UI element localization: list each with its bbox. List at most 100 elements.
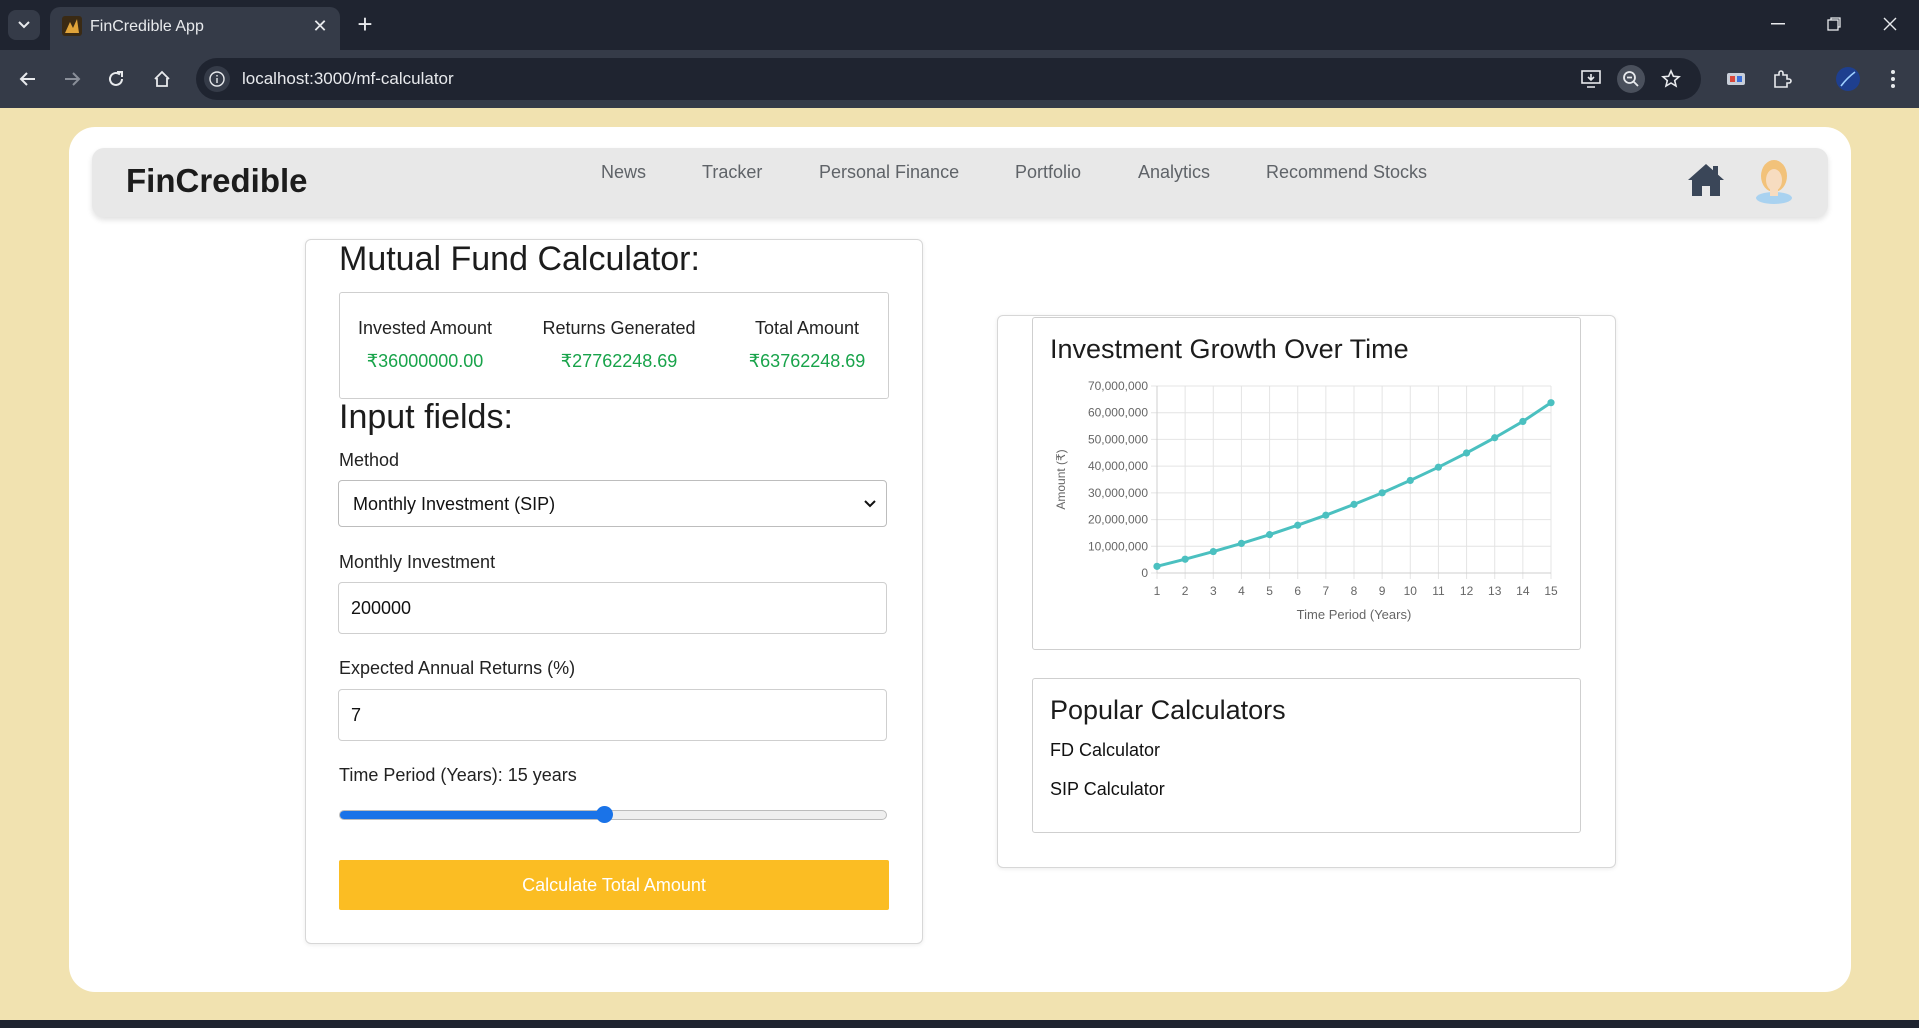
data-point	[1294, 521, 1302, 529]
data-point	[1519, 417, 1527, 426]
data-point	[1181, 555, 1189, 563]
x-axis-title: Time Period (Years)	[1297, 607, 1412, 622]
y-tick-label: 0	[1141, 566, 1148, 580]
time-period-label: Time Period (Years): 15 years	[339, 765, 577, 785]
url-text[interactable]: localhost:3000/mf-calculator	[242, 69, 454, 89]
install-app-icon[interactable]	[1577, 65, 1605, 93]
extensions-puzzle-icon[interactable]	[1766, 63, 1798, 95]
slider-fill	[340, 811, 604, 819]
data-point	[1491, 434, 1499, 442]
y-tick-label: 10,000,000	[1088, 539, 1148, 553]
annual-returns-input[interactable]: 7	[338, 689, 887, 741]
nav-link-news[interactable]: News	[601, 162, 646, 183]
time-period-slider[interactable]	[339, 806, 887, 823]
tab-close-icon[interactable]: ✕	[308, 14, 332, 38]
data-point	[1350, 500, 1358, 508]
nav-link-recommend-stocks[interactable]: Recommend Stocks	[1266, 162, 1427, 183]
popular-calculators-title: Popular Calculators	[1050, 695, 1286, 725]
y-axis-title: Amount (₹)	[1054, 449, 1068, 509]
slider-thumb[interactable]	[595, 806, 613, 823]
brand-logo-text[interactable]: FinCredible	[126, 162, 308, 200]
x-tick-label: 8	[1351, 584, 1358, 598]
minimize-icon[interactable]	[1750, 0, 1806, 48]
data-point	[1209, 547, 1217, 556]
annual-returns-label: Expected Annual Returns (%)	[339, 658, 576, 678]
nav-link-portfolio[interactable]: Portfolio	[1015, 162, 1081, 183]
back-arrow-icon[interactable]	[12, 63, 44, 95]
y-tick-label: 70,000,000	[1088, 379, 1148, 393]
extension-card-icon[interactable]	[1720, 63, 1752, 95]
x-tick-label: 12	[1460, 584, 1474, 598]
y-tick-label: 50,000,000	[1088, 432, 1148, 446]
total-amount-label: Total Amount	[754, 318, 860, 338]
y-tick-label: 20,000,000	[1088, 513, 1148, 527]
x-tick-label: 5	[1266, 584, 1273, 598]
chart-title: Investment Growth Over Time	[1050, 334, 1409, 364]
x-tick-label: 4	[1238, 584, 1245, 598]
summary-invested: Invested Amount ₹36000000.00	[340, 318, 510, 372]
data-point	[1462, 449, 1471, 457]
home-icon[interactable]	[1684, 158, 1728, 202]
total-amount-value: ₹63762248.69	[748, 351, 866, 371]
data-point	[1378, 489, 1386, 497]
x-tick-label: 10	[1404, 584, 1418, 598]
y-tick-label: 60,000,000	[1088, 406, 1148, 420]
home-button-icon[interactable]	[146, 63, 178, 95]
monthly-investment-input[interactable]: 200000	[338, 582, 887, 634]
bookmark-star-icon[interactable]	[1657, 65, 1685, 93]
monthly-investment-label: Monthly Investment	[339, 552, 496, 572]
method-label: Method	[339, 450, 400, 470]
site-info-icon[interactable]	[204, 66, 230, 92]
returns-generated-label: Returns Generated	[542, 318, 696, 338]
address-bar[interactable]: localhost:3000/mf-calculator	[196, 58, 1701, 100]
new-tab-icon[interactable]: +	[350, 10, 380, 40]
returns-generated-value: ₹27762248.69	[560, 351, 678, 371]
tab-title: FinCredible App	[90, 18, 204, 35]
data-point	[1322, 511, 1330, 519]
investment-growth-chart: 0 10,000,000 20,000,000 30,000,000 40,000,00…	[1054, 379, 1558, 622]
menu-kebab-icon[interactable]	[1877, 63, 1909, 95]
tab-search-button[interactable]	[8, 10, 40, 40]
calculate-button[interactable]: Calculate Total Amount	[339, 860, 889, 910]
data-point	[1265, 531, 1274, 539]
y-tick-label: 40,000,000	[1088, 459, 1148, 473]
site-navbar: FinCredible News Tracker Personal Financ…	[92, 148, 1828, 217]
invested-amount-value: ₹36000000.00	[366, 351, 484, 371]
x-tick-label: 7	[1323, 584, 1330, 598]
summary-box: Invested Amount ₹36000000.00 Returns Gen…	[339, 292, 889, 399]
profile-avatar-icon[interactable]	[1832, 63, 1864, 95]
method-select[interactable]: Monthly Investment (SIP)	[338, 480, 887, 527]
close-window-icon[interactable]	[1862, 0, 1918, 48]
user-avatar-icon[interactable]	[1752, 156, 1796, 204]
zoom-icon[interactable]	[1617, 65, 1645, 93]
browser-toolbar: localhost:3000/mf-calculator	[0, 50, 1919, 108]
data-point	[1434, 463, 1443, 471]
data-point	[1237, 539, 1246, 548]
browser-tab[interactable]: FinCredible App ✕	[50, 7, 340, 50]
data-point	[1153, 562, 1161, 570]
forward-arrow-icon[interactable]	[56, 63, 88, 95]
calculator-title: Mutual Fund Calculator:	[339, 240, 700, 278]
taskbar-strip	[0, 1020, 1919, 1028]
reload-icon[interactable]	[100, 63, 132, 95]
x-tick-label: 9	[1379, 584, 1386, 598]
fd-calculator-link[interactable]: FD Calculator	[1050, 740, 1160, 761]
x-tick-label: 3	[1210, 584, 1217, 598]
x-tick-label: 6	[1294, 584, 1301, 598]
x-tick-label: 11	[1432, 584, 1445, 598]
nav-link-tracker[interactable]: Tracker	[702, 162, 762, 183]
method-select-value: Monthly Investment (SIP)	[353, 494, 556, 514]
restore-icon[interactable]	[1806, 0, 1862, 48]
chevron-down-icon	[18, 21, 30, 29]
sip-calculator-link[interactable]: SIP Calculator	[1050, 779, 1165, 800]
input-fields-title: Input fields:	[339, 398, 513, 436]
monthly-investment-value: 200000	[351, 598, 412, 618]
favicon-icon	[62, 16, 82, 36]
summary-returns: Returns Generated ₹27762248.69	[528, 318, 710, 372]
annual-returns-value: 7	[351, 705, 362, 725]
nav-link-analytics[interactable]: Analytics	[1138, 162, 1210, 183]
nav-link-personal-finance[interactable]: Personal Finance	[819, 162, 959, 183]
invested-amount-label: Invested Amount	[357, 318, 493, 338]
y-tick-label: 30,000,000	[1088, 486, 1148, 500]
x-tick-label: 13	[1488, 584, 1502, 598]
